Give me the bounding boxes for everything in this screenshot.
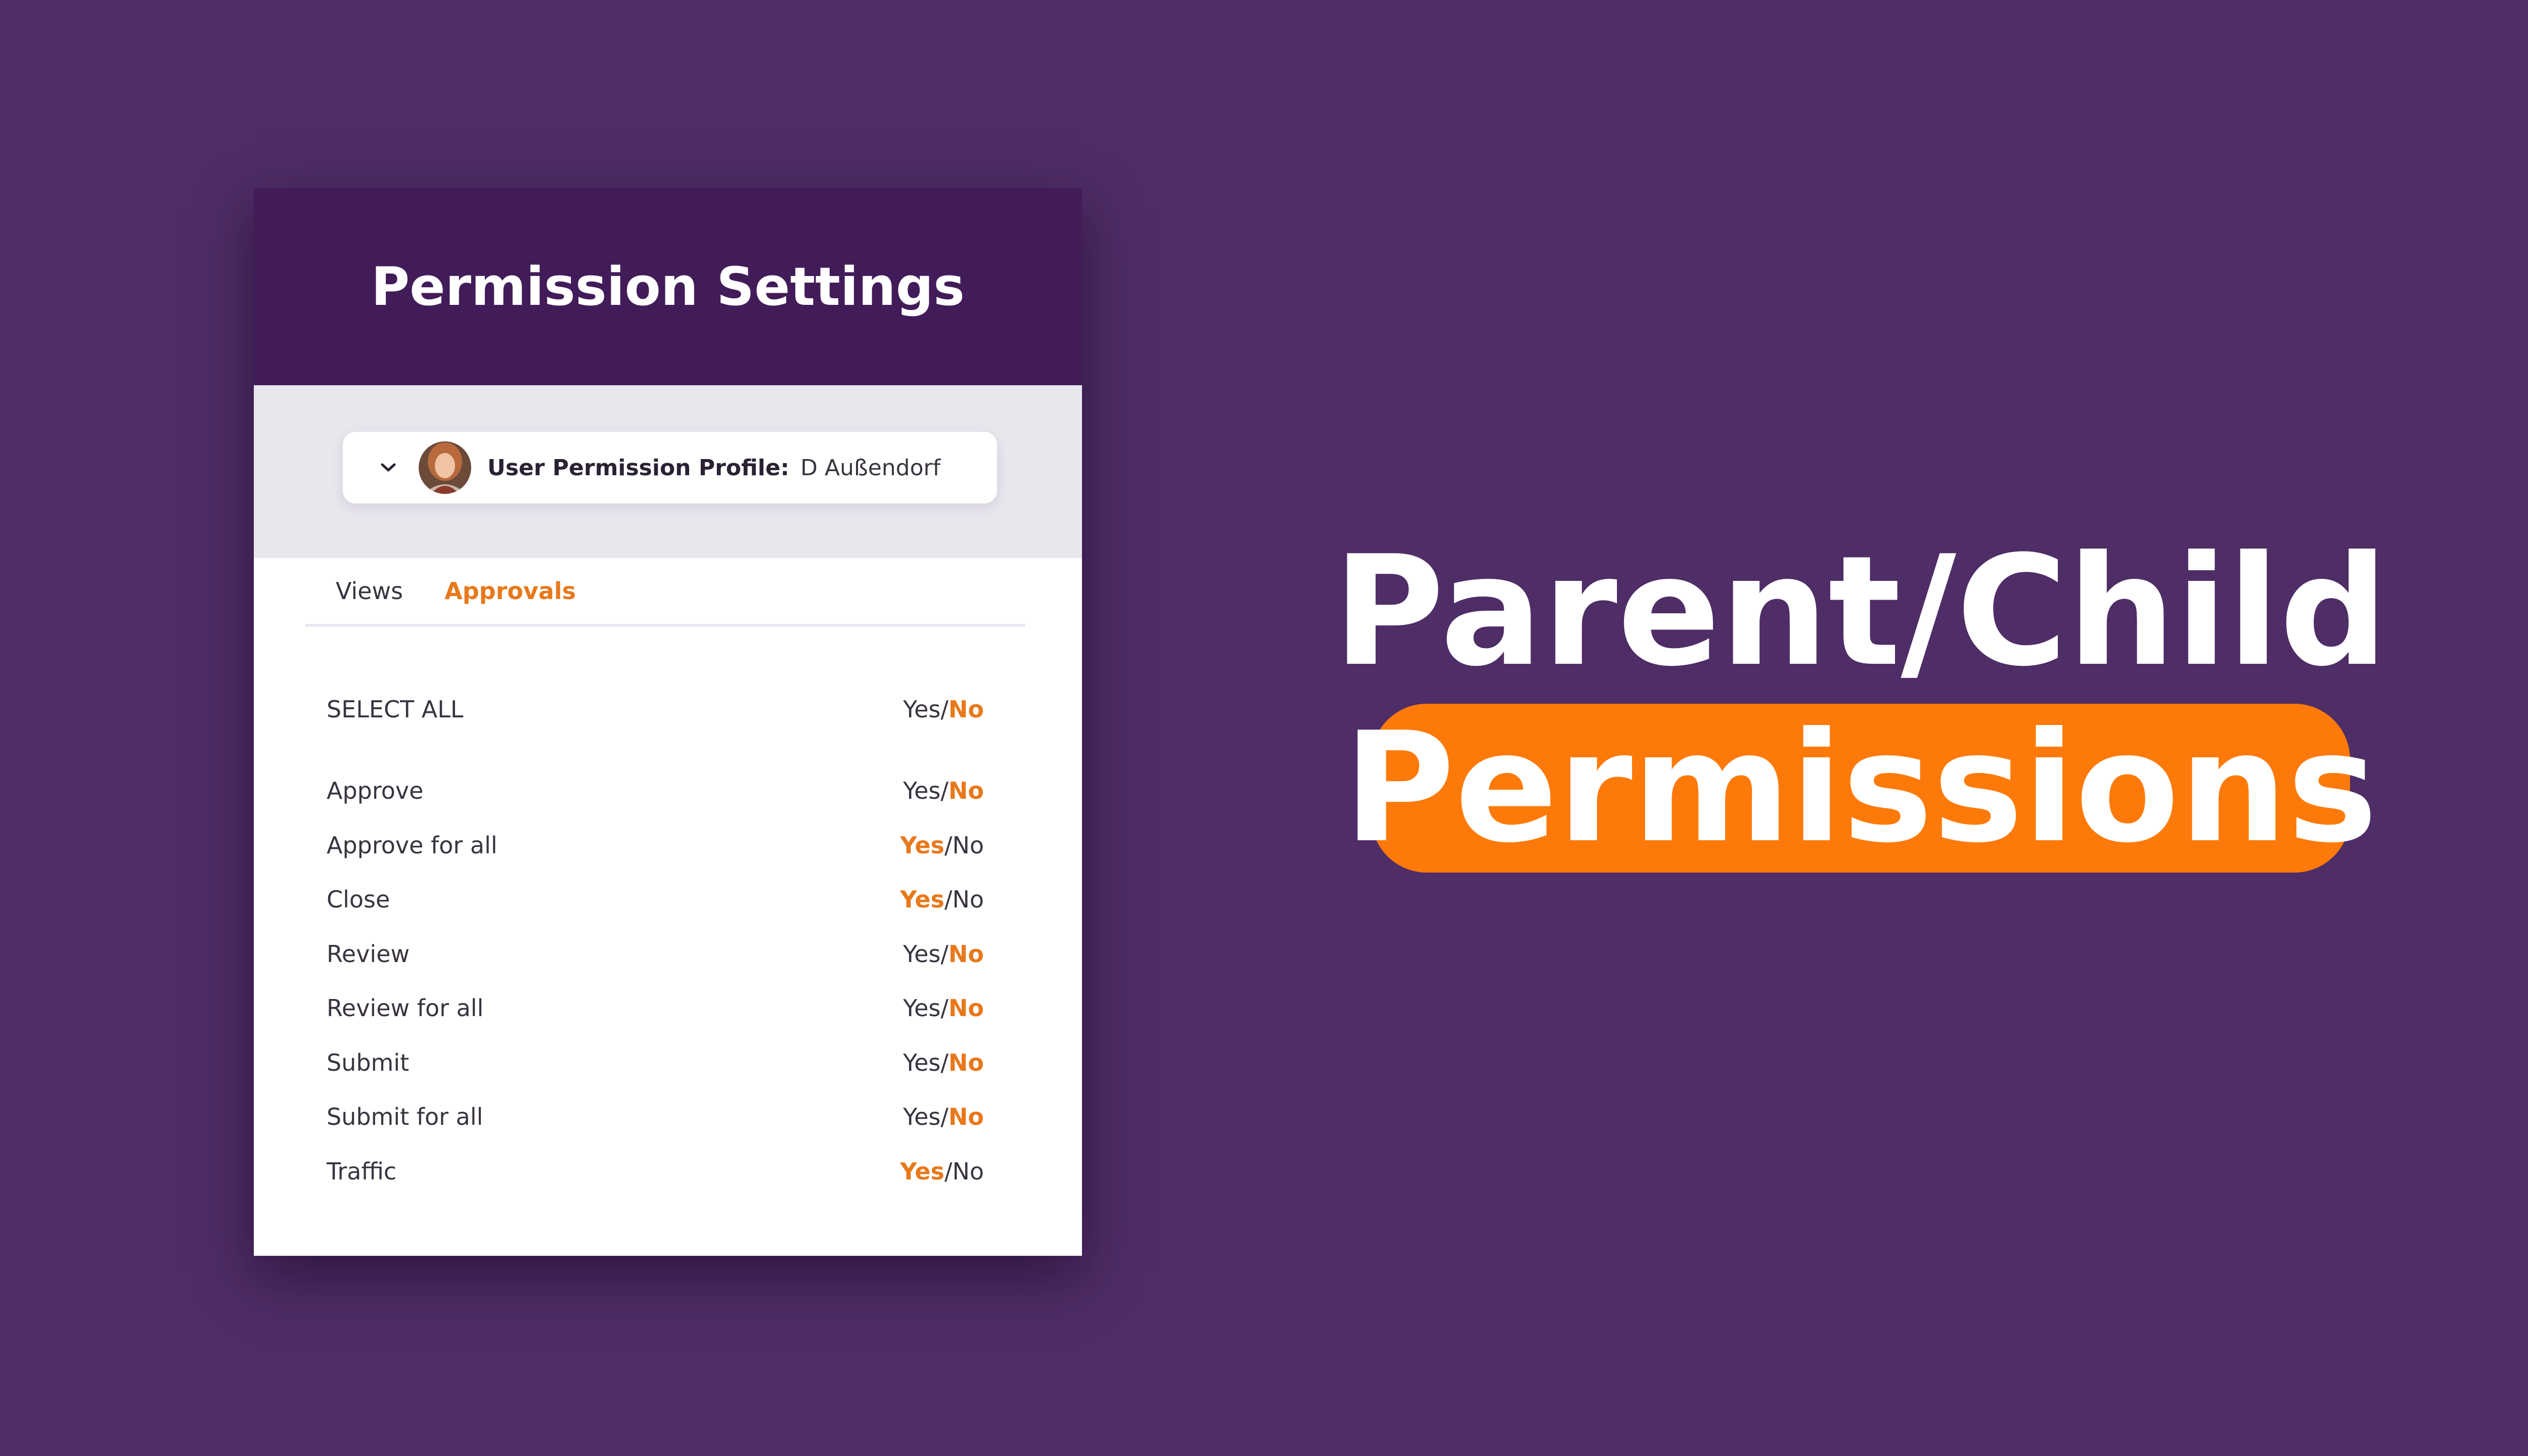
headline-highlight: Permissions xyxy=(1344,704,2377,873)
permission-toggle[interactable]: Yes/No xyxy=(903,1049,984,1076)
separator: / xyxy=(940,696,949,723)
card-title: Permission Settings xyxy=(371,256,965,317)
user-profile-selector[interactable]: User Permission Profile: D Außendorf xyxy=(343,432,997,504)
no-option[interactable]: No xyxy=(952,832,984,859)
card-header: Permission Settings xyxy=(254,188,1082,385)
permission-label: Close xyxy=(327,886,390,913)
permission-toggle[interactable]: Yes/No xyxy=(900,886,984,913)
permission-row: Submit Yes/No xyxy=(327,1042,984,1083)
separator: / xyxy=(940,994,949,1022)
permission-label: Approve for all xyxy=(327,832,498,859)
permission-settings-card: Permission Settings User Permission Prof… xyxy=(254,188,1082,1256)
permission-row: Review for all Yes/No xyxy=(327,988,984,1028)
separator: / xyxy=(940,1049,949,1076)
permission-toggle[interactable]: Yes/No xyxy=(900,1158,984,1185)
separator: / xyxy=(944,1158,953,1185)
separator: / xyxy=(944,832,953,859)
user-avatar xyxy=(419,441,471,494)
separator: / xyxy=(940,1103,949,1130)
no-option[interactable]: No xyxy=(952,886,984,913)
yes-option[interactable]: Yes xyxy=(903,777,940,804)
yes-option[interactable]: Yes xyxy=(903,1049,940,1076)
permission-label: Approve xyxy=(327,777,424,804)
permission-row: Approve for all Yes/No xyxy=(327,825,984,866)
yes-option[interactable]: Yes xyxy=(900,832,944,859)
yes-option[interactable]: Yes xyxy=(903,1103,940,1130)
separator: / xyxy=(944,886,953,913)
yes-option[interactable]: Yes xyxy=(903,696,940,723)
permission-row: Review Yes/No xyxy=(327,934,984,974)
permission-row: Close Yes/No xyxy=(327,879,984,920)
profile-band: User Permission Profile: D Außendorf xyxy=(254,385,1082,558)
select-all-toggle[interactable]: Yes/No xyxy=(903,696,984,723)
permission-label: Submit xyxy=(327,1049,410,1076)
profile-name: D Außendorf xyxy=(800,454,941,481)
permission-toggle[interactable]: Yes/No xyxy=(903,994,984,1022)
yes-option[interactable]: Yes xyxy=(900,886,944,913)
permission-row: Submit for all Yes/No xyxy=(327,1097,984,1137)
headline-line-2: Permissions xyxy=(1343,700,2378,876)
permission-label: Review for all xyxy=(327,994,484,1022)
yes-option[interactable]: Yes xyxy=(900,1158,944,1185)
yes-option[interactable]: Yes xyxy=(903,994,940,1022)
select-all-label: SELECT ALL xyxy=(327,696,464,723)
tab-bar: Views Approvals xyxy=(305,558,1025,627)
headline-line-1: Parent/Child xyxy=(1333,523,2388,700)
permission-toggle[interactable]: Yes/No xyxy=(903,777,984,804)
permission-label: Review xyxy=(327,940,410,968)
no-option[interactable]: No xyxy=(949,1049,984,1076)
permission-toggle[interactable]: Yes/No xyxy=(900,832,984,859)
permission-row: Traffic Yes/No xyxy=(327,1151,984,1192)
no-option[interactable]: No xyxy=(949,994,984,1022)
permission-row: Approve Yes/No xyxy=(327,770,984,811)
tab-views[interactable]: Views xyxy=(334,577,405,605)
profile-label: User Permission Profile: xyxy=(487,454,790,481)
tab-approvals[interactable]: Approvals xyxy=(442,577,578,605)
no-option[interactable]: No xyxy=(952,1158,984,1185)
separator: / xyxy=(940,940,949,968)
no-option[interactable]: No xyxy=(949,940,984,968)
permission-toggle[interactable]: Yes/No xyxy=(903,940,984,968)
separator: / xyxy=(940,777,949,804)
no-option[interactable]: No xyxy=(949,1103,984,1130)
permission-label: Submit for all xyxy=(327,1103,483,1130)
no-option[interactable]: No xyxy=(949,696,984,723)
no-option[interactable]: No xyxy=(949,777,984,804)
permission-label: Traffic xyxy=(327,1158,397,1185)
chevron-down-icon[interactable] xyxy=(378,458,398,478)
permission-toggle[interactable]: Yes/No xyxy=(903,1103,984,1130)
select-all-row: SELECT ALL Yes/No xyxy=(327,689,984,730)
yes-option[interactable]: Yes xyxy=(903,940,940,968)
